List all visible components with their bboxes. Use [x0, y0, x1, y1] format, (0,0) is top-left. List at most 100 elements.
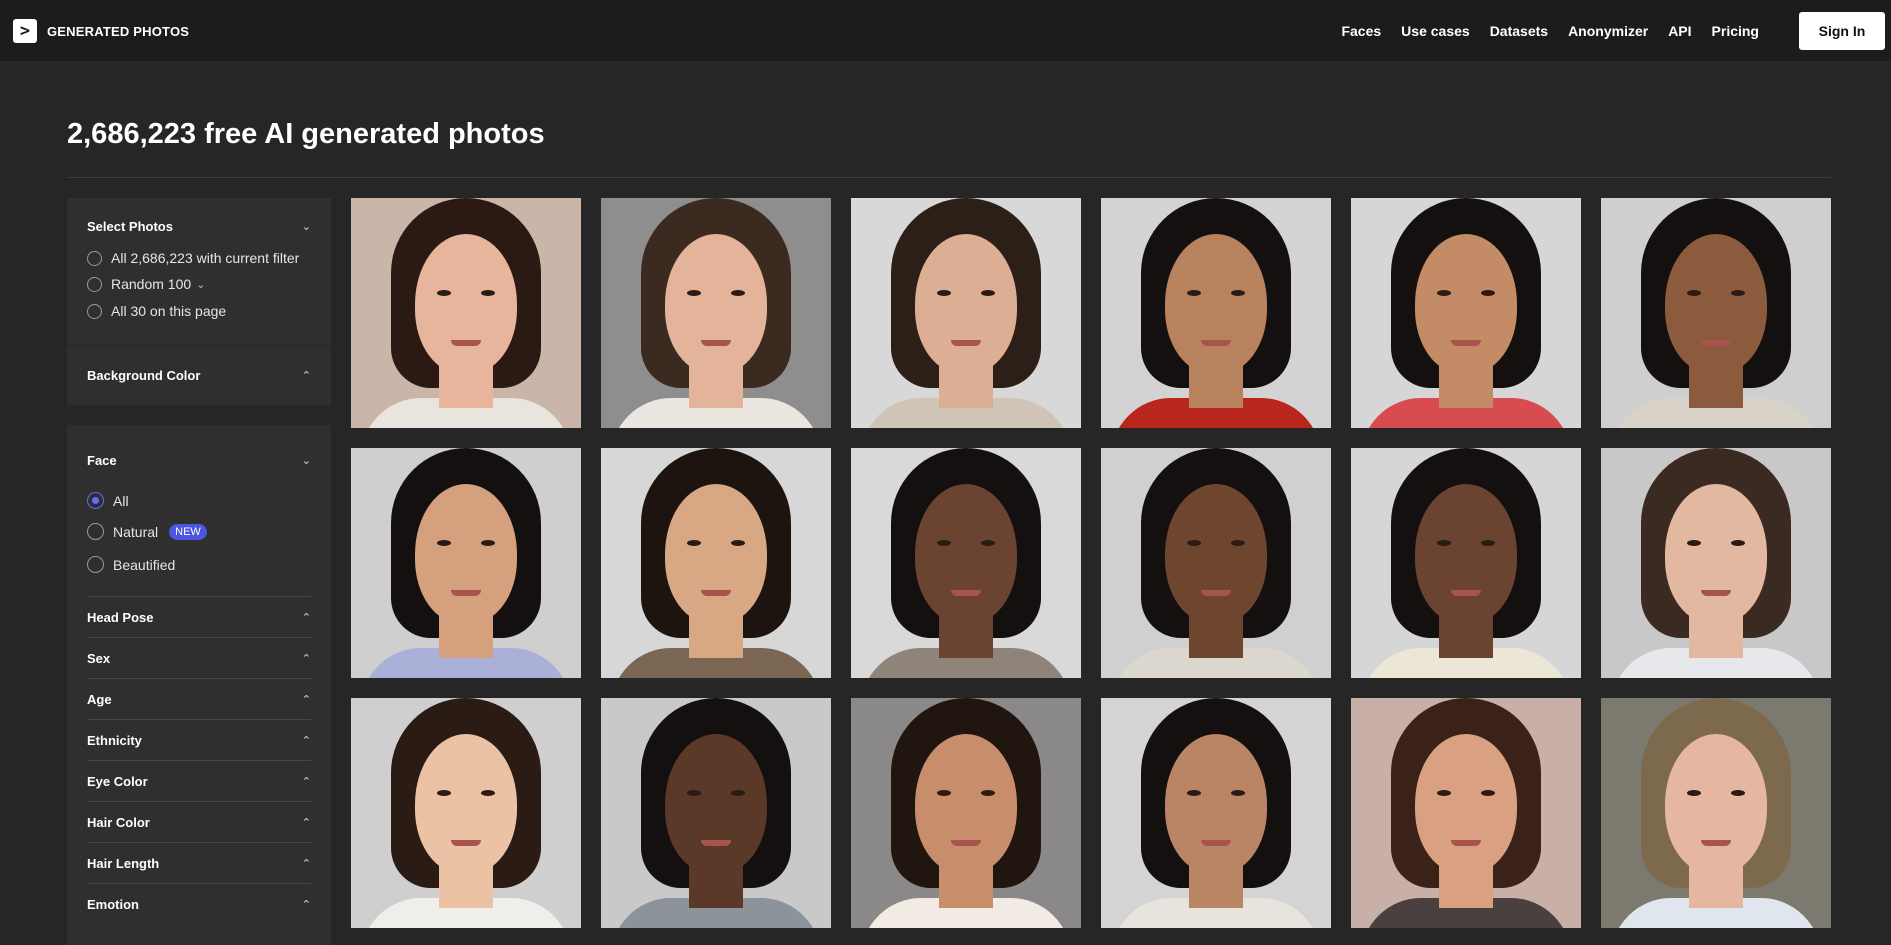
- face-shape: [1665, 234, 1767, 374]
- logo[interactable]: > GENERATED PHOTOS: [13, 19, 189, 43]
- chevron-down-icon[interactable]: ⌄: [196, 278, 205, 291]
- eye: [1687, 540, 1701, 546]
- select-photos-panel: Select Photos ⌄ All 2,686,223 with curre…: [67, 198, 331, 345]
- mouth: [701, 340, 731, 346]
- select-photos-title: Select Photos: [87, 219, 173, 234]
- face-photo[interactable]: [601, 448, 831, 678]
- face-photo[interactable]: [351, 448, 581, 678]
- face-photo[interactable]: [351, 198, 581, 428]
- eye: [1231, 790, 1245, 796]
- sign-in-button[interactable]: Sign In: [1799, 12, 1885, 50]
- eye: [981, 540, 995, 546]
- mouth: [1701, 840, 1731, 846]
- filter-age[interactable]: Age ⌃: [87, 678, 311, 719]
- face-photo[interactable]: [1101, 698, 1331, 928]
- filter-emotion[interactable]: Emotion ⌃: [87, 883, 311, 924]
- radio-button[interactable]: [87, 523, 104, 540]
- photo-grid: [351, 198, 1831, 938]
- eye: [1231, 290, 1245, 296]
- eye: [437, 540, 451, 546]
- face-shape: [415, 234, 517, 374]
- eye: [1187, 540, 1201, 546]
- face-shape: [665, 234, 767, 374]
- filter-label: Ethnicity: [87, 732, 142, 748]
- face-photo[interactable]: [1101, 198, 1331, 428]
- face-photo[interactable]: [351, 698, 581, 928]
- nav-link-pricing[interactable]: Pricing: [1712, 23, 1759, 39]
- face-photo[interactable]: [1351, 448, 1581, 678]
- filter-hair-length[interactable]: Hair Length ⌃: [87, 842, 311, 883]
- face-filter-panel: Face ⌄ All Natural NEW Beautified Head P…: [67, 425, 331, 945]
- face-photo[interactable]: [1601, 698, 1831, 928]
- nav-link-api[interactable]: API: [1668, 23, 1691, 39]
- filter-hair-color[interactable]: Hair Color ⌃: [87, 801, 311, 842]
- eye: [1687, 290, 1701, 296]
- face-photo[interactable]: [601, 698, 831, 928]
- eye: [437, 290, 451, 296]
- radio-button[interactable]: [87, 276, 102, 292]
- radio-button[interactable]: [87, 556, 104, 573]
- face-photo[interactable]: [601, 198, 831, 428]
- eye: [481, 540, 495, 546]
- mouth: [451, 590, 481, 596]
- logo-text: GENERATED PHOTOS: [47, 23, 190, 39]
- face-header[interactable]: Face ⌄: [87, 453, 311, 468]
- chevron-up-icon: ⌃: [301, 610, 311, 624]
- select-photos-header[interactable]: Select Photos ⌄: [87, 219, 311, 234]
- face-photo[interactable]: [1351, 198, 1581, 428]
- face-photo[interactable]: [851, 698, 1081, 928]
- face-option-beautified[interactable]: Beautified: [87, 556, 175, 573]
- mouth: [701, 840, 731, 846]
- eye: [1481, 540, 1495, 546]
- filter-ethnicity[interactable]: Ethnicity ⌃: [87, 719, 311, 760]
- background-color-header[interactable]: Background Color ⌃: [87, 368, 311, 383]
- radio-button[interactable]: [87, 250, 102, 266]
- eye: [1437, 290, 1451, 296]
- chevron-up-icon: ⌃: [301, 733, 311, 747]
- filter-label: Eye Color: [87, 773, 148, 789]
- filter-eye-color[interactable]: Eye Color ⌃: [87, 760, 311, 801]
- eye: [687, 790, 701, 796]
- radio-button-checked[interactable]: [87, 492, 104, 509]
- eye: [481, 290, 495, 296]
- select-option-random[interactable]: Random 100 ⌄: [87, 276, 205, 292]
- face-photo[interactable]: [1351, 698, 1581, 928]
- chevron-up-icon: ⌃: [301, 369, 311, 382]
- main-nav: Faces Use cases Datasets Anonymizer API …: [1341, 0, 1759, 61]
- eye: [687, 540, 701, 546]
- nav-link-faces[interactable]: Faces: [1341, 23, 1381, 39]
- filter-sex[interactable]: Sex ⌃: [87, 637, 311, 678]
- face-shape: [1415, 734, 1517, 874]
- nav-link-anonymizer[interactable]: Anonymizer: [1568, 23, 1648, 39]
- select-option-all-filter[interactable]: All 2,686,223 with current filter: [87, 250, 299, 266]
- face-option-all[interactable]: All: [87, 492, 129, 509]
- select-option-label: Random 100: [111, 276, 192, 292]
- radio-button[interactable]: [87, 303, 102, 319]
- top-navigation-bar: > GENERATED PHOTOS Faces Use cases Datas…: [0, 0, 1891, 61]
- face-photo[interactable]: [1601, 198, 1831, 428]
- mouth: [951, 590, 981, 596]
- eye: [1481, 290, 1495, 296]
- face-option-label: All: [113, 492, 129, 509]
- face-photo[interactable]: [851, 198, 1081, 428]
- face-photo[interactable]: [851, 448, 1081, 678]
- mouth: [1701, 340, 1731, 346]
- face-photo[interactable]: [1101, 448, 1331, 678]
- eye: [1481, 790, 1495, 796]
- nav-link-use-cases[interactable]: Use cases: [1401, 23, 1470, 39]
- eye: [981, 290, 995, 296]
- nav-link-datasets[interactable]: Datasets: [1490, 23, 1548, 39]
- mouth: [1451, 340, 1481, 346]
- select-option-page[interactable]: All 30 on this page: [87, 303, 226, 319]
- face-option-natural[interactable]: Natural NEW: [87, 523, 207, 540]
- face-photo[interactable]: [1601, 448, 1831, 678]
- filter-head-pose[interactable]: Head Pose ⌃: [87, 596, 311, 637]
- filter-label: Emotion: [87, 896, 139, 912]
- face-shape: [915, 234, 1017, 374]
- face-shape: [1165, 234, 1267, 374]
- eye: [937, 790, 951, 796]
- logo-icon: >: [13, 19, 37, 43]
- eye: [731, 290, 745, 296]
- mouth: [951, 340, 981, 346]
- chevron-down-icon: ⌄: [301, 220, 311, 233]
